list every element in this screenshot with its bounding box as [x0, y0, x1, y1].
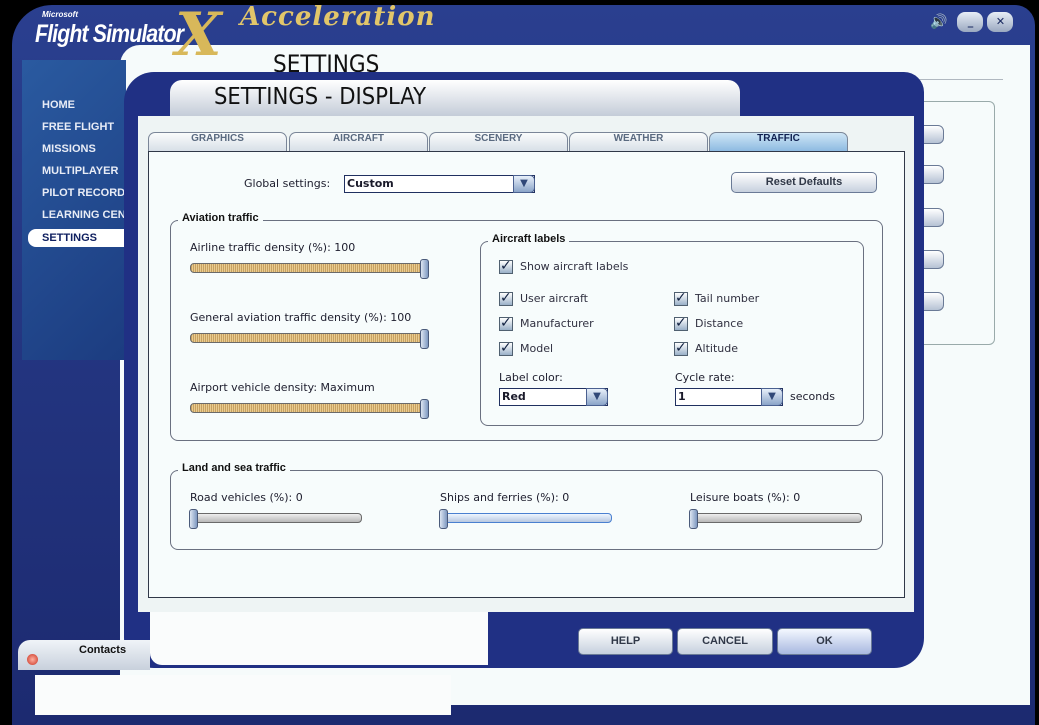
tab-scenery[interactable]: SCENERY	[429, 132, 568, 152]
distance-label: Distance	[695, 317, 744, 330]
global-settings-value: Custom	[347, 177, 394, 190]
airline-density-slider[interactable]	[190, 259, 429, 279]
global-settings-label: Global settings:	[244, 177, 331, 190]
tail-number-checkbox[interactable]: ✓	[674, 291, 688, 306]
user-aircraft-label: User aircraft	[520, 292, 588, 305]
slider-thumb[interactable]	[189, 509, 198, 529]
airport-vehicle-density-slider[interactable]	[190, 399, 429, 419]
logo-flight-simulator: Flight Simulator	[35, 20, 184, 48]
help-button[interactable]: HELP	[578, 628, 673, 655]
background-button	[922, 125, 944, 144]
cycle-rate-value: 1	[678, 390, 686, 403]
nav-pilot-records[interactable]: PILOT RECORDS	[42, 187, 124, 199]
altitude-label: Altitude	[695, 342, 738, 355]
distance-checkbox[interactable]: ✓	[674, 316, 688, 331]
reset-defaults-button[interactable]: Reset Defaults	[731, 172, 877, 193]
cancel-button[interactable]: CANCEL	[677, 628, 773, 655]
background-button	[922, 208, 944, 227]
chevron-down-icon[interactable]: ▼	[761, 388, 783, 406]
logo-x: X	[175, 0, 222, 70]
cycle-rate-select[interactable]: 1 ▼	[675, 388, 783, 406]
tail-number-label: Tail number	[695, 292, 760, 305]
label-color-select[interactable]: Red ▼	[499, 388, 608, 406]
background-button	[922, 292, 944, 311]
logo-microsoft: Microsoft	[42, 10, 78, 19]
aviation-traffic-title: Aviation traffic	[178, 212, 263, 224]
minimize-button[interactable]: _	[957, 12, 984, 32]
nav-multiplayer[interactable]: MULTIPLAYER	[42, 165, 124, 177]
altitude-checkbox[interactable]: ✓	[674, 341, 688, 356]
manufacturer-label: Manufacturer	[520, 317, 594, 330]
dialog-footer-box	[150, 612, 488, 665]
airline-density-label: Airline traffic density (%): 100	[190, 241, 356, 254]
general-aviation-density-label: General aviation traffic density (%): 10…	[190, 311, 412, 324]
tab-traffic[interactable]: TRAFFIC	[709, 132, 848, 152]
road-vehicles-label: Road vehicles (%): 0	[190, 491, 303, 504]
background-button	[922, 165, 944, 184]
leisure-boats-label: Leisure boats (%): 0	[690, 491, 801, 504]
window-controls: 🔊 _ ✕	[930, 12, 1014, 32]
ok-button[interactable]: OK	[777, 628, 872, 655]
general-aviation-density-slider[interactable]	[190, 329, 429, 349]
logo-acceleration: Acceleration	[240, 2, 436, 32]
model-label: Model	[520, 342, 554, 355]
nav-settings[interactable]: SETTINGS	[28, 229, 124, 247]
road-vehicles-slider[interactable]	[189, 509, 362, 529]
cycle-rate-label: Cycle rate:	[675, 371, 735, 384]
slider-thumb[interactable]	[420, 259, 429, 279]
nav-free-flight[interactable]: FREE FLIGHT	[42, 121, 124, 133]
dialog-title: SETTINGS - DISPLAY	[214, 84, 427, 110]
user-aircraft-checkbox[interactable]: ✓	[499, 291, 513, 306]
ships-ferries-slider[interactable]	[439, 509, 612, 529]
slider-thumb[interactable]	[420, 399, 429, 419]
tab-graphics[interactable]: GRAPHICS	[148, 132, 287, 152]
chevron-down-icon[interactable]: ▼	[513, 175, 535, 193]
ships-ferries-label: Ships and ferries (%): 0	[440, 491, 570, 504]
aircraft-labels-title: Aircraft labels	[488, 233, 570, 245]
speaker-icon[interactable]: 🔊	[930, 14, 947, 30]
slider-thumb[interactable]	[689, 509, 698, 529]
close-button[interactable]: ✕	[987, 12, 1014, 32]
label-color-label: Label color:	[499, 371, 563, 384]
manufacturer-checkbox[interactable]: ✓	[499, 316, 513, 331]
status-dot-icon	[27, 654, 38, 665]
leisure-boats-slider[interactable]	[689, 509, 862, 529]
seconds-label: seconds	[790, 390, 835, 403]
slider-thumb[interactable]	[439, 509, 448, 529]
tab-aircraft[interactable]: AIRCRAFT	[289, 132, 428, 152]
nav-missions[interactable]: MISSIONS	[42, 143, 124, 155]
tab-weather[interactable]: WEATHER	[569, 132, 708, 152]
nav-learning-center[interactable]: LEARNING CENTER	[42, 209, 124, 221]
land-sea-traffic-group	[170, 470, 883, 550]
global-settings-select[interactable]: Custom ▼	[344, 175, 535, 193]
slider-thumb[interactable]	[420, 329, 429, 349]
contacts-label[interactable]: Contacts	[79, 644, 126, 656]
contacts-panel	[35, 675, 451, 715]
label-color-value: Red	[502, 390, 526, 403]
show-labels-label: Show aircraft labels	[520, 260, 629, 273]
background-button	[922, 250, 944, 269]
airport-vehicle-density-label: Airport vehicle density: Maximum	[190, 381, 375, 394]
show-labels-checkbox[interactable]: ✓	[499, 259, 513, 274]
model-checkbox[interactable]: ✓	[499, 341, 513, 356]
chevron-down-icon[interactable]: ▼	[586, 388, 608, 406]
land-sea-traffic-title: Land and sea traffic	[178, 462, 290, 474]
nav-home[interactable]: HOME	[42, 99, 124, 111]
